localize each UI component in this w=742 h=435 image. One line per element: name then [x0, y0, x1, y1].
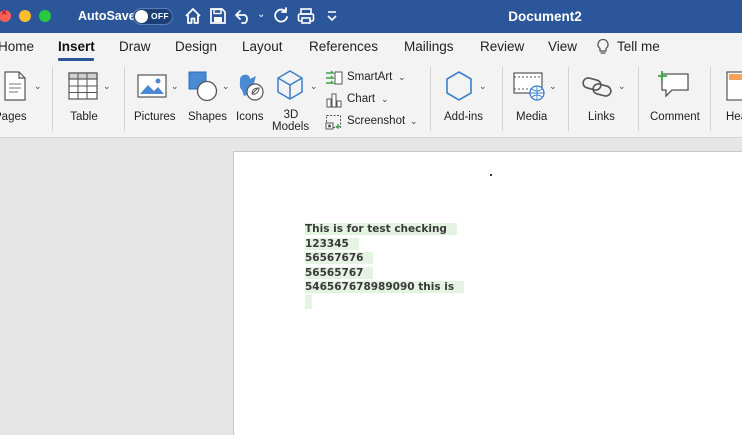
links-label: Links	[588, 111, 615, 123]
header-label: Hea	[726, 111, 742, 123]
3d-models-button[interactable]: ⌄ 3D Models	[272, 67, 320, 133]
media-button[interactable]: ⌄ Media	[510, 67, 560, 133]
new-comment-icon	[658, 71, 689, 98]
header-icon	[726, 71, 742, 101]
page-mark	[490, 174, 492, 176]
comment-label: Comment	[650, 111, 700, 123]
media-chevron-down-icon: ⌄	[549, 81, 557, 91]
tab-references[interactable]: References	[309, 39, 378, 54]
text-cursor-line[interactable]	[305, 294, 312, 309]
lightbulb-icon	[597, 38, 609, 54]
screenshot-button[interactable]: Screenshot ⌄	[323, 113, 433, 131]
pictures-label: Pictures	[134, 111, 176, 123]
document-line[interactable]: 56567676	[305, 252, 374, 264]
ribbon-divider	[502, 67, 503, 131]
document-line[interactable]: 56565767	[305, 266, 374, 279]
tab-mailings[interactable]: Mailings	[404, 39, 454, 54]
table-chevron-down-icon: ⌄	[103, 81, 111, 91]
ribbon-divider	[638, 67, 639, 131]
tab-home[interactable]: Home	[0, 39, 34, 54]
icons-label: Icons	[236, 111, 264, 123]
document-line[interactable]: 123345	[305, 237, 359, 250]
table-label: Table	[70, 111, 98, 123]
tab-view[interactable]: View	[548, 39, 577, 54]
smartart-icon	[326, 70, 343, 85]
pages-icon	[4, 71, 26, 101]
table-icon	[68, 72, 98, 100]
link-chain-icon	[582, 77, 612, 97]
smartart-chevron-down-icon: ⌄	[398, 72, 406, 82]
insert-ribbon: ⌄ Pages ⌄ Table ⌄ Pictures ⌄ Shapes	[0, 61, 742, 138]
shapes-icon	[188, 71, 218, 102]
links-button[interactable]: ⌄ Links	[578, 67, 630, 133]
3d-cube-icon	[277, 70, 303, 100]
3d-models-label-line2: Models	[272, 121, 310, 133]
shapes-chevron-down-icon: ⌄	[222, 81, 230, 91]
ribbon-divider	[568, 67, 569, 131]
3d-models-label-line1: 3D	[283, 109, 299, 121]
pages-chevron-down-icon: ⌄	[34, 81, 42, 91]
icons-icon	[239, 74, 264, 101]
chart-label: Chart	[347, 93, 376, 105]
pictures-button[interactable]: ⌄ Pictures	[134, 67, 182, 133]
header-button[interactable]: Hea	[722, 67, 742, 133]
3d-models-chevron-down-icon: ⌄	[310, 81, 318, 91]
tab-insert[interactable]: Insert	[58, 39, 95, 54]
comment-button[interactable]: Comment	[646, 67, 702, 133]
chart-chevron-down-icon: ⌄	[381, 94, 389, 104]
ribbon-divider	[124, 67, 125, 131]
media-label: Media	[516, 111, 548, 123]
title-bar: AutoSave OFF ⌄ Document2	[0, 0, 742, 33]
table-button[interactable]: ⌄ Table	[60, 67, 116, 133]
add-ins-chevron-down-icon: ⌄	[479, 81, 487, 91]
ribbon-divider	[430, 67, 431, 131]
pages-label: Pages	[0, 111, 27, 123]
add-ins-button[interactable]: ⌄ Add-ins	[440, 67, 490, 133]
icons-button[interactable]: Icons	[236, 67, 268, 133]
chart-button[interactable]: Chart ⌄	[323, 91, 433, 109]
links-chevron-down-icon: ⌄	[618, 81, 626, 91]
screenshot-label: Screenshot	[347, 115, 406, 127]
ribbon-divider	[710, 67, 711, 131]
screenshot-icon	[325, 115, 341, 130]
shapes-button[interactable]: ⌄ Shapes	[186, 67, 232, 133]
document-title: Document2	[508, 9, 582, 24]
ribbon-divider	[52, 67, 53, 131]
tab-layout[interactable]: Layout	[242, 39, 283, 54]
document-line[interactable]: This is for test checking	[305, 223, 457, 235]
tell-me-search[interactable]: Tell me	[617, 39, 660, 54]
tab-design[interactable]: Design	[175, 39, 217, 54]
chart-icon	[326, 93, 342, 108]
screenshot-chevron-down-icon: ⌄	[410, 116, 418, 126]
tab-draw[interactable]: Draw	[119, 39, 151, 54]
tab-review[interactable]: Review	[480, 39, 524, 54]
shapes-label: Shapes	[188, 111, 228, 123]
smartart-label: SmartArt	[347, 71, 393, 83]
ribbon-tabs: Home Insert Draw Design Layout Reference…	[0, 33, 742, 61]
add-ins-hexagon-icon	[446, 71, 472, 101]
document-body[interactable]: This is for test checking 123345 5656767…	[305, 222, 465, 309]
pages-button[interactable]: ⌄ Pages	[0, 67, 44, 133]
pictures-chevron-down-icon: ⌄	[171, 81, 179, 91]
document-line[interactable]: 546567678989090 this is	[305, 281, 465, 293]
pictures-icon	[137, 74, 167, 98]
add-ins-label: Add-ins	[444, 111, 483, 123]
smartart-button[interactable]: SmartArt ⌄	[323, 69, 433, 87]
media-icon	[513, 72, 545, 101]
